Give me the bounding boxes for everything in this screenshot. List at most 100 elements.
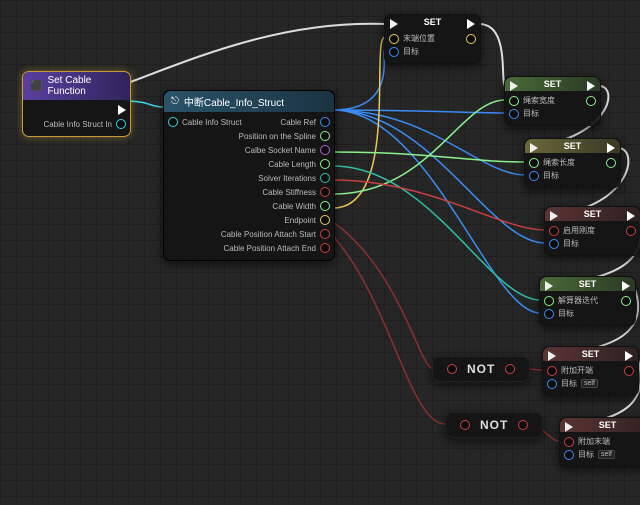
break-out-4: Solver Iterations (258, 174, 316, 183)
set-title: SET (544, 79, 562, 89)
pin-icon[interactable] (320, 173, 330, 183)
set-var-5: 附加开端 (561, 365, 593, 376)
exec-out-icon[interactable] (587, 81, 595, 91)
exec-out-icon[interactable] (607, 143, 615, 153)
pin-icon[interactable] (320, 215, 330, 225)
target-label: 目标 (543, 170, 559, 181)
pin-icon[interactable] (320, 145, 330, 155)
target-label: 目标 (558, 308, 574, 319)
target-label: 目标 (561, 378, 577, 389)
exec-in-icon[interactable] (390, 19, 398, 29)
pin-icon[interactable] (544, 296, 554, 306)
set-var-4: 解算器迭代 (558, 295, 598, 306)
pin-icon[interactable] (509, 109, 519, 119)
break-title: 中断Cable_Info_Struct (184, 94, 284, 109)
pin-icon[interactable] (466, 34, 476, 44)
break-out-8: Cable Position Attach Start (221, 230, 316, 239)
set-header: SET (545, 207, 640, 221)
exec-in-icon[interactable] (550, 211, 558, 221)
pin-icon[interactable] (320, 201, 330, 211)
fn-title: Set Cable Function (47, 75, 123, 97)
pin-icon[interactable] (549, 239, 559, 249)
exec-in-icon[interactable] (545, 281, 553, 291)
set-var-0: 末端位置 (403, 33, 435, 44)
set-title: SET (584, 209, 602, 219)
set-node-4[interactable]: SET 解算器迭代 目标 (539, 276, 636, 326)
pin-icon[interactable] (529, 171, 539, 181)
exec-in-icon[interactable] (530, 143, 538, 153)
set-var-6: 附加末端 (578, 436, 610, 447)
pin-icon[interactable] (586, 96, 596, 106)
self-pill: self (581, 379, 598, 388)
pin-icon[interactable] (320, 243, 330, 253)
set-header: SET (385, 15, 480, 29)
break-struct-node[interactable]: ⎋ 中断Cable_Info_Struct Cable Info Struct … (163, 90, 335, 261)
pin-icon[interactable] (564, 450, 574, 460)
pin-icon[interactable] (320, 229, 330, 239)
struct-in-pin-icon[interactable] (168, 117, 178, 127)
pin-icon[interactable] (624, 366, 634, 376)
fn-pin-label: Cable Info Struct In (44, 120, 112, 129)
set-header: SET (505, 77, 600, 91)
break-out-5: Cable Stiffness (262, 188, 316, 197)
exec-out-icon[interactable] (622, 281, 630, 291)
exec-out-icon[interactable] (467, 19, 475, 29)
target-label: 目标 (523, 108, 539, 119)
pin-icon[interactable] (320, 187, 330, 197)
pin-icon[interactable] (621, 296, 631, 306)
pin-icon[interactable] (460, 420, 470, 430)
set-node-0[interactable]: SET 末端位置 目标 (384, 14, 481, 64)
pin-icon[interactable] (320, 159, 330, 169)
struct-pin-icon[interactable] (116, 119, 126, 129)
set-node-1[interactable]: SET 绳索宽度 目标 (504, 76, 601, 126)
pin-icon[interactable] (320, 131, 330, 141)
set-title: SET (579, 279, 597, 289)
pin-icon[interactable] (549, 226, 559, 236)
exec-in-icon[interactable] (510, 81, 518, 91)
set-node-3[interactable]: SET 启用刚度 目标 (544, 206, 640, 256)
pin-icon[interactable] (320, 117, 330, 127)
pin-icon[interactable] (529, 158, 539, 168)
pin-icon[interactable] (389, 34, 399, 44)
exec-out-icon[interactable] (625, 351, 633, 361)
break-icon: ⎋ (171, 96, 179, 107)
set-header: SET (540, 277, 635, 291)
pin-icon[interactable] (626, 226, 636, 236)
not-label: NOT (467, 362, 495, 376)
break-out-9: Cable Position Attach End (223, 244, 316, 253)
pin-icon[interactable] (547, 366, 557, 376)
break-input-label: Cable Info Struct (182, 118, 242, 127)
pin-icon[interactable] (564, 437, 574, 447)
pin-icon[interactable] (547, 379, 557, 389)
not-node-1[interactable]: NOT (445, 412, 543, 438)
set-title: SET (599, 420, 617, 430)
not-node-0[interactable]: NOT (432, 356, 530, 382)
break-out-6: Cable Width (272, 202, 316, 211)
set-node-6[interactable]: SET 附加末端 目标 self (559, 417, 640, 467)
set-node-2[interactable]: SET 绳索长度 目标 (524, 138, 621, 188)
not-label: NOT (480, 418, 508, 432)
target-label: 目标 (403, 46, 419, 57)
break-out-0: Cable Ref (280, 118, 316, 127)
set-var-3: 启用刚度 (563, 225, 595, 236)
set-header: SET (543, 347, 638, 361)
pin-icon[interactable] (389, 47, 399, 57)
set-node-5[interactable]: SET 附加开端 目标 self (542, 346, 639, 396)
exec-in-icon[interactable] (565, 422, 573, 432)
pin-icon[interactable] (518, 420, 528, 430)
pin-icon[interactable] (447, 364, 457, 374)
exec-out-icon[interactable] (118, 105, 126, 115)
fn-set-cable-function[interactable]: ⬛ Set Cable Function Cable Info Struct I… (22, 71, 131, 137)
break-out-7: Endpoint (284, 216, 316, 225)
pin-icon[interactable] (509, 96, 519, 106)
pin-icon[interactable] (606, 158, 616, 168)
set-var-2: 绳索长度 (543, 157, 575, 168)
set-header: SET (560, 418, 640, 432)
pin-icon[interactable] (505, 364, 515, 374)
target-label: 目标 (578, 449, 594, 460)
pin-icon[interactable] (544, 309, 554, 319)
exec-in-icon[interactable] (548, 351, 556, 361)
exec-out-icon[interactable] (627, 211, 635, 221)
set-title: SET (564, 141, 582, 151)
fn-header: ⬛ Set Cable Function (23, 72, 130, 100)
